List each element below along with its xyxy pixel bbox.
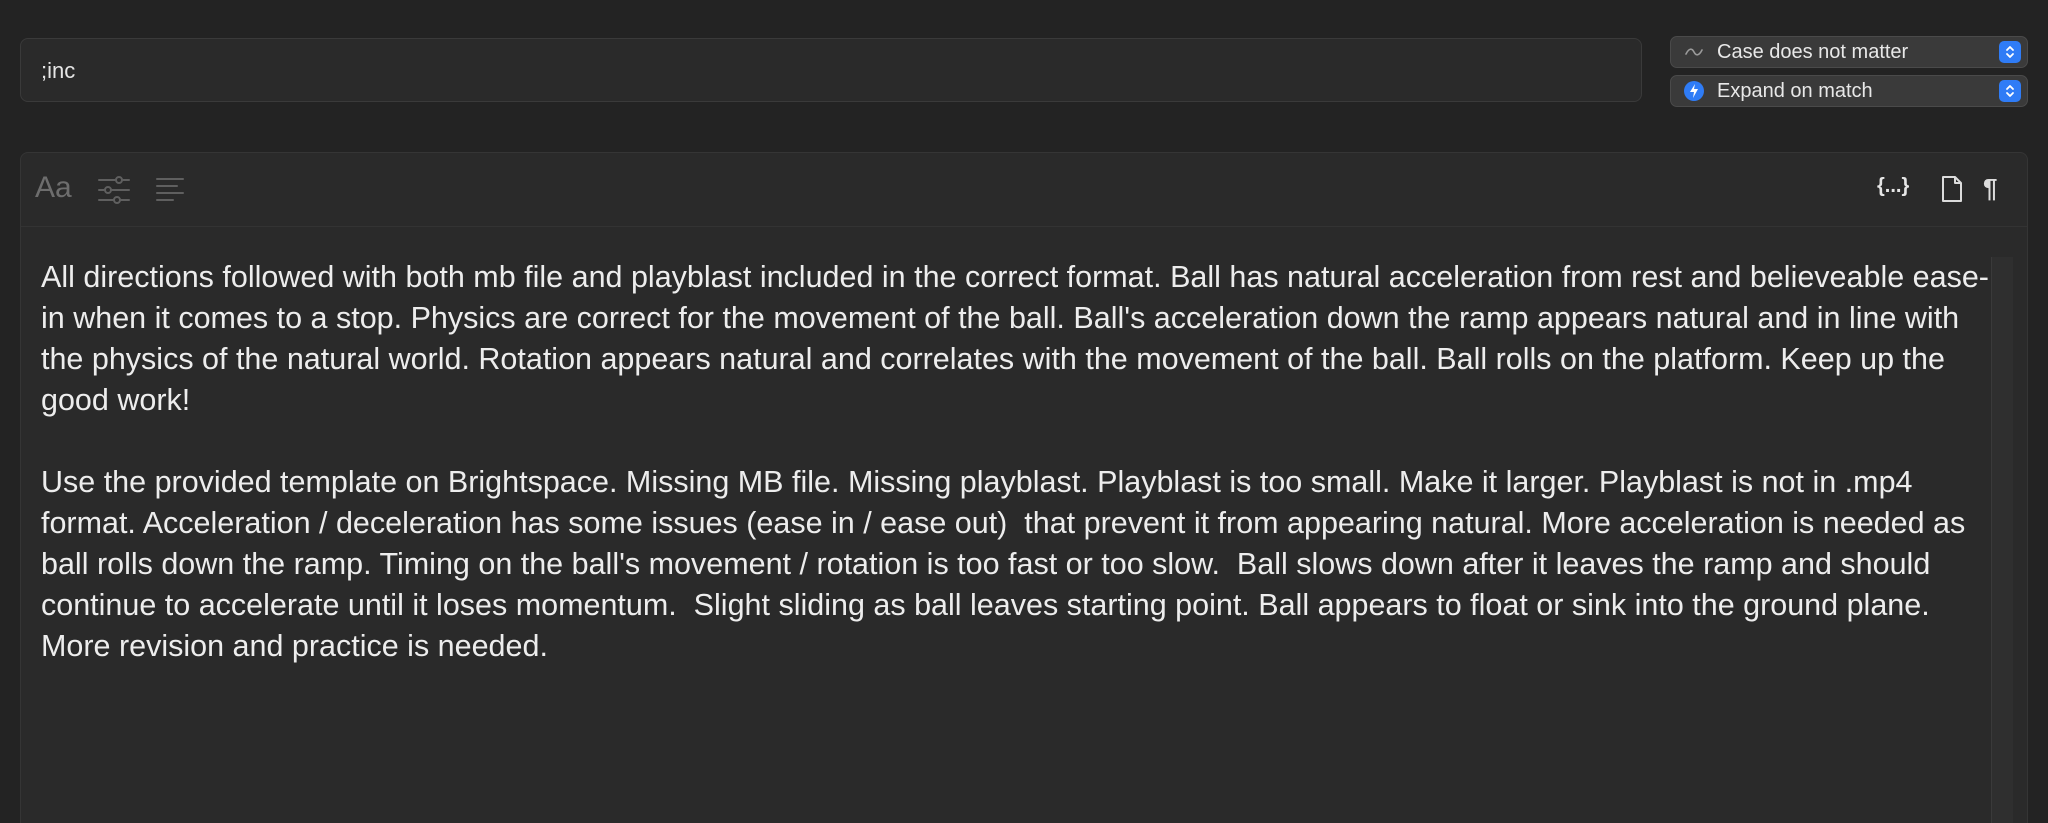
text-align-icon[interactable] xyxy=(155,175,185,210)
chevron-updown-icon xyxy=(1999,80,2021,102)
pilcrow-icon[interactable]: ¶ xyxy=(1983,173,1997,204)
editor-toolbar: Aa {...} ¶ xyxy=(21,153,2027,227)
case-sensitivity-label: Case does not matter xyxy=(1717,40,1909,63)
document-icon[interactable] xyxy=(1941,175,1963,208)
expand-mode-label: Expand on match xyxy=(1717,79,1873,102)
lightning-bolt-icon xyxy=(1683,80,1705,102)
font-button[interactable]: Aa xyxy=(35,171,72,205)
snippet-content-editor[interactable]: Aa {...} ¶ All directions followed with … xyxy=(20,152,2028,823)
chevron-updown-icon xyxy=(1999,41,2021,63)
sliders-icon[interactable] xyxy=(97,175,131,210)
tilde-icon xyxy=(1683,41,1705,63)
expand-mode-popup[interactable]: Expand on match xyxy=(1670,75,2028,107)
snippet-text[interactable]: All directions followed with both mb fil… xyxy=(41,257,2001,667)
vertical-scrollbar[interactable] xyxy=(1991,257,2013,823)
insert-placeholder-button[interactable]: {...} xyxy=(1877,175,1909,198)
case-sensitivity-popup[interactable]: Case does not matter xyxy=(1670,36,2028,68)
paragraph-1: All directions followed with both mb fil… xyxy=(41,260,1989,417)
paragraph-2: Use the provided template on Brightspace… xyxy=(41,465,1974,663)
snippet-editor-window: ;inc Case does not matter Expand on matc… xyxy=(0,0,2048,823)
abbreviation-input[interactable]: ;inc xyxy=(20,38,1642,102)
